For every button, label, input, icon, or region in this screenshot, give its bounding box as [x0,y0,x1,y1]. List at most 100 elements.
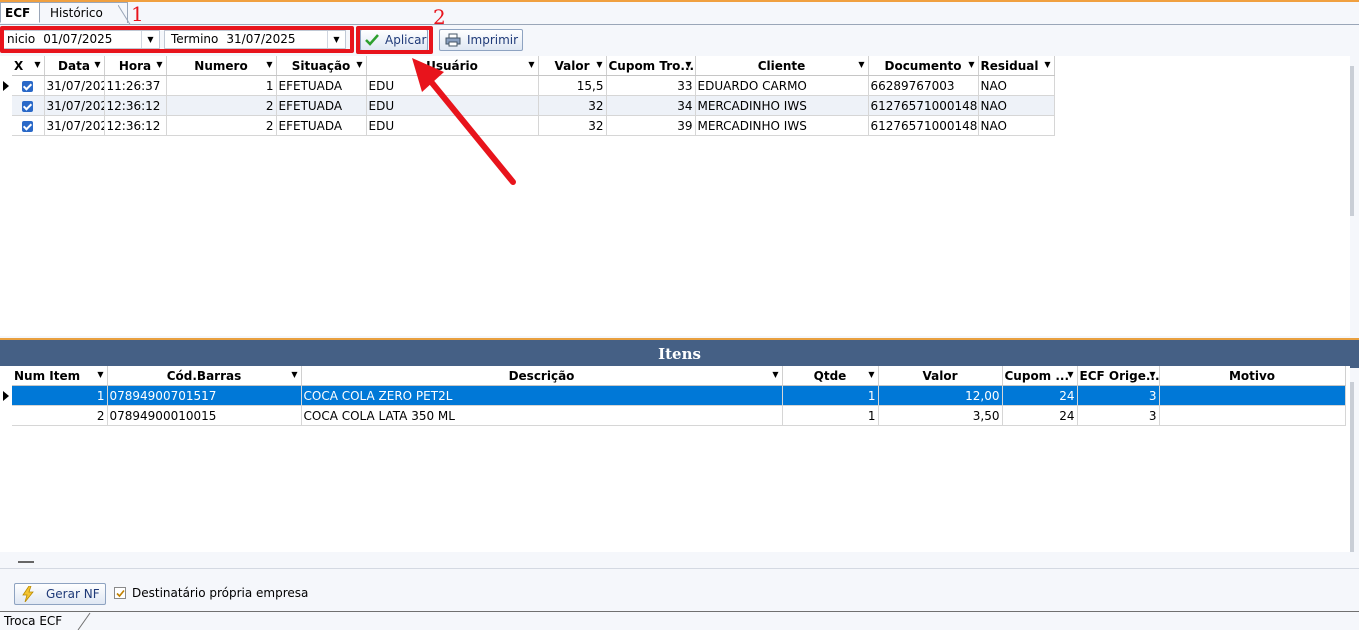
checkbox-checked-icon[interactable] [22,100,34,112]
cell-qtde: 1 [782,405,879,426]
cell-descricao: COCA COLA ZERO PET2L [301,385,783,406]
checkbox-checked-icon[interactable] [22,80,34,92]
cell-ecf-origem: 3 [1077,385,1160,406]
itens-section-header: Itens [0,338,1359,368]
row-checkbox[interactable] [12,75,45,96]
tab-slant [77,612,91,630]
cell-valor: 32 [538,115,607,136]
itens-table: Num Item ▼ Cód.Barras ▼ Descrição ▼ Qtde ▼ V… [12,366,1346,426]
col-header[interactable]: Situação ▼ [276,56,367,76]
cell-descricao: COCA COLA LATA 350 ML [301,405,783,426]
cell-cupom: 39 [606,115,696,136]
filter-bar: nicio 01/07/2025 ▼ Termino 31/07/2025 ▼ Ap… [0,25,1359,55]
col-header[interactable]: Residual ▼ [978,56,1055,76]
table-row[interactable]: 2 07894900010015 COCA COLA LATA 350 ML 1… [12,405,1346,426]
col-header[interactable]: Numero ▼ [166,56,277,76]
gerar-nf-button[interactable]: Gerar NF [14,583,106,605]
cell-motivo[interactable] [1159,385,1346,406]
cell-documento: 61276571000148 [868,115,979,136]
col-header[interactable]: Valor ▼ [538,56,607,76]
itens-grid: Num Item ▼ Cód.Barras ▼ Descrição ▼ Qtde ▼ V… [0,366,1350,552]
table-row[interactable]: 31/07/202 11:26:37 1 EFETUADA EDU 15,5 3… [12,75,1055,96]
destinatario-label: Destinatário própria empresa [132,586,309,600]
annotation-number-2: 2 [433,5,446,29]
col-header[interactable]: Data ▼ [44,56,105,76]
cell-num-item: 1 [12,385,108,406]
col-header[interactable]: X ▼ [12,56,45,76]
col-header[interactable]: Cliente ▼ [695,56,869,76]
destinatario-checkbox[interactable] [114,587,126,599]
status-bar: Troca ECF [0,611,1359,630]
cell-residual: NAO [978,95,1055,116]
current-row-indicator-icon [3,391,9,401]
cell-cliente: MERCADINHO IWS [695,115,869,136]
cell-residual: NAO [978,115,1055,136]
ecf-header-row: X ▼ Data ▼ Hora ▼ Numero ▼ Situação ▼ Usuário… [12,56,1055,76]
cell-situacao: EFETUADA [276,75,367,96]
col-header[interactable]: Num Item ▼ [12,366,108,386]
imprimir-label: Imprimir [467,33,519,47]
annotation-number-1: 1 [131,2,144,26]
cell-residual: NAO [978,75,1055,96]
ecf-grid: X ▼ Data ▼ Hora ▼ Numero ▼ Situação ▼ Usuário… [0,56,1350,336]
printer-icon [445,33,461,47]
cell-ecf-origem: 3 [1077,405,1160,426]
cell-motivo[interactable] [1159,405,1346,426]
status-tab-troca-ecf[interactable]: Troca ECF [4,613,62,629]
cell-numero: 2 [166,95,277,116]
cell-cupom: 34 [606,95,696,116]
vertical-scrollbar[interactable] [1350,382,1354,552]
table-row[interactable]: 31/07/202 12:36:12 2 EFETUADA EDU 32 34 … [12,95,1055,116]
col-header[interactable]: Cupom Tro... ▼ [606,56,696,76]
cell-valor: 12,00 [878,385,1003,406]
cell-situacao: EFETUADA [276,95,367,116]
cell-situacao: EFETUADA [276,115,367,136]
cell-valor: 15,5 [538,75,607,96]
cell-cod-barras: 07894900010015 [107,405,302,426]
cell-valor: 32 [538,95,607,116]
tab-bar: ECF Histórico [0,2,1359,26]
splitter-handle[interactable] [18,561,34,563]
tab-slant [118,5,132,26]
col-header[interactable]: Documento ▼ [868,56,979,76]
cell-hora: 12:36:12 [104,115,167,136]
cell-qtde: 1 [782,385,879,406]
imprimir-button[interactable]: Imprimir [439,29,523,51]
current-row-indicator-icon [3,81,9,91]
cell-cupom: 24 [1002,385,1078,406]
col-header[interactable]: Cupom ... ▼ [1002,366,1078,386]
table-row[interactable]: 31/07/202 12:36:12 2 EFETUADA EDU 32 39 … [12,115,1055,136]
tab-ecf[interactable]: ECF [0,2,40,23]
cell-documento: 66289767003 [868,75,979,96]
gerar-nf-label: Gerar NF [46,587,100,601]
cell-cod-barras: 07894900701517 [107,385,302,406]
highlight-box-1 [0,26,354,53]
ecf-table: X ▼ Data ▼ Hora ▼ Numero ▼ Situação ▼ Usuário… [12,56,1055,136]
cell-cliente: MERCADINHO IWS [695,95,869,116]
cell-hora: 12:36:12 [104,95,167,116]
cell-num-item: 2 [12,405,108,426]
vertical-scrollbar[interactable] [1350,66,1354,216]
tab-historico[interactable]: Histórico [40,2,128,23]
table-row[interactable]: 1 07894900701517 COCA COLA ZERO PET2L 1 … [12,385,1346,406]
annotation-arrow-icon [412,58,516,185]
lightning-icon [22,586,34,602]
col-header[interactable]: Hora ▼ [104,56,167,76]
cell-numero: 1 [166,75,277,96]
cell-data: 31/07/202 [44,95,105,116]
col-header[interactable]: Cód.Barras ▼ [107,366,302,386]
cell-data: 31/07/202 [44,115,105,136]
cell-cliente: EDUARDO CARMO [695,75,869,96]
col-header[interactable]: Valor [878,366,1003,386]
col-header[interactable]: Qtde ▼ [782,366,879,386]
cell-valor: 3,50 [878,405,1003,426]
col-header[interactable]: Descrição ▼ [301,366,783,386]
cell-documento: 61276571000148 [868,95,979,116]
col-header[interactable]: ECF Orige... ▼ [1077,366,1160,386]
row-checkbox[interactable] [12,95,45,116]
cell-hora: 11:26:37 [104,75,167,96]
checkbox-checked-icon[interactable] [22,120,34,132]
row-checkbox[interactable] [12,115,45,136]
itens-header-row: Num Item ▼ Cód.Barras ▼ Descrição ▼ Qtde ▼ V… [12,366,1346,386]
col-header[interactable]: Motivo [1159,366,1346,386]
